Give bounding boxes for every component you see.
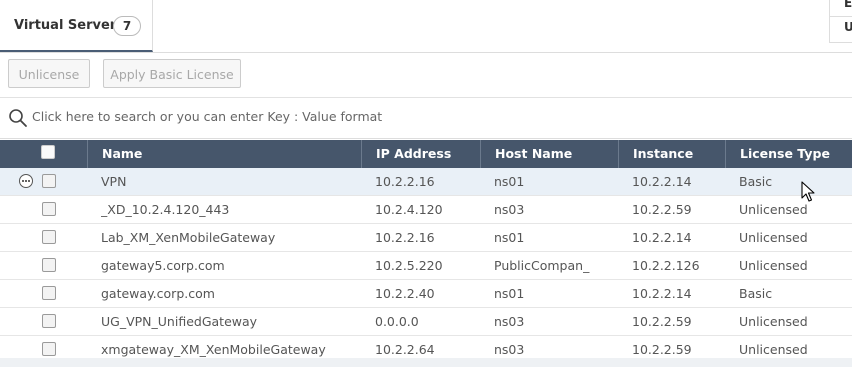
table-row[interactable]: gateway5.corp.com 10.2.5.220 PublicCompa… bbox=[0, 252, 852, 280]
cell-instance: 10.2.2.59 bbox=[632, 314, 692, 329]
cell-instance: 10.2.2.14 bbox=[632, 174, 692, 189]
more-options-icon[interactable] bbox=[19, 174, 33, 188]
tab-virtual-servers[interactable]: Virtual Servers 7 bbox=[0, 0, 153, 52]
virtual-servers-table: Name IP Address Host Name Instance Licen… bbox=[0, 140, 852, 364]
corner-label-1: E bbox=[844, 0, 852, 10]
row-checkbox[interactable] bbox=[42, 342, 56, 356]
cell-name: Lab_XM_XenMobileGateway bbox=[101, 230, 276, 245]
cell-name: VPN bbox=[101, 174, 127, 189]
cell-ip: 10.2.4.120 bbox=[375, 202, 443, 217]
tab-strip: Virtual Servers 7 E U bbox=[0, 0, 852, 53]
cell-license: Basic bbox=[739, 174, 773, 189]
corner-dropdown[interactable]: E U bbox=[829, 0, 852, 43]
cell-instance: 10.2.2.14 bbox=[632, 230, 692, 245]
cell-ip: 10.2.5.220 bbox=[375, 258, 443, 273]
cell-ip: 10.2.2.16 bbox=[375, 174, 435, 189]
cell-host: ns01 bbox=[494, 174, 525, 189]
cell-host: ns01 bbox=[494, 230, 525, 245]
search-bar[interactable]: Click here to search or you can enter Ke… bbox=[0, 98, 852, 139]
corner-label-2: U bbox=[844, 20, 852, 34]
cell-instance: 10.2.2.126 bbox=[632, 258, 700, 273]
cell-license: Unlicensed bbox=[739, 314, 808, 329]
row-checkbox[interactable] bbox=[42, 230, 56, 244]
header-ip-address[interactable]: IP Address bbox=[361, 140, 480, 168]
row-checkbox[interactable] bbox=[42, 258, 56, 272]
tab-label: Virtual Servers bbox=[14, 18, 124, 33]
header-license-type[interactable]: License Type bbox=[725, 140, 852, 168]
cell-license: Unlicensed bbox=[739, 258, 808, 273]
apply-basic-license-button[interactable]: Apply Basic License bbox=[103, 59, 241, 88]
cell-instance: 10.2.2.14 bbox=[632, 286, 692, 301]
table-row[interactable]: VPN 10.2.2.16 ns01 10.2.2.14 Basic bbox=[0, 168, 852, 196]
cell-host: PublicCompan_ bbox=[494, 258, 590, 273]
cell-license: Unlicensed bbox=[739, 230, 808, 245]
corner-divider bbox=[830, 16, 852, 17]
cell-ip: 10.2.2.16 bbox=[375, 230, 435, 245]
search-icon bbox=[9, 109, 27, 127]
row-checkbox[interactable] bbox=[42, 202, 56, 216]
cell-instance: 10.2.2.59 bbox=[632, 202, 692, 217]
table-row[interactable]: gateway.corp.com 10.2.2.40 ns01 10.2.2.1… bbox=[0, 280, 852, 308]
tab-count-badge: 7 bbox=[113, 16, 141, 36]
unlicense-button[interactable]: Unlicense bbox=[8, 59, 90, 88]
cell-name: gateway5.corp.com bbox=[101, 258, 225, 273]
header-host-name[interactable]: Host Name bbox=[480, 140, 618, 168]
cell-name: UG_VPN_UnifiedGateway bbox=[101, 314, 258, 329]
table-row[interactable]: _XD_10.2.4.120_443 10.2.4.120 ns03 10.2.… bbox=[0, 196, 852, 224]
table-header: Name IP Address Host Name Instance Licen… bbox=[0, 140, 852, 168]
cell-name: _XD_10.2.4.120_443 bbox=[101, 202, 230, 217]
mouse-pointer-icon bbox=[801, 181, 815, 202]
table-footer-strip bbox=[0, 358, 852, 367]
cell-name: gateway.corp.com bbox=[101, 286, 215, 301]
row-checkbox[interactable] bbox=[42, 286, 56, 300]
select-all-checkbox[interactable] bbox=[41, 145, 55, 159]
cell-ip: 10.2.2.40 bbox=[375, 286, 435, 301]
header-instance[interactable]: Instance bbox=[618, 140, 725, 168]
search-placeholder: Click here to search or you can enter Ke… bbox=[32, 109, 383, 124]
cell-ip: 0.0.0.0 bbox=[375, 314, 419, 329]
cell-license: Unlicensed bbox=[739, 202, 808, 217]
table-row[interactable]: Lab_XM_XenMobileGateway 10.2.2.16 ns01 1… bbox=[0, 224, 852, 252]
row-checkbox[interactable] bbox=[42, 314, 56, 328]
row-checkbox[interactable] bbox=[42, 174, 56, 188]
header-select-cell bbox=[0, 140, 87, 168]
cell-host: ns03 bbox=[494, 202, 525, 217]
cell-host: ns03 bbox=[494, 314, 525, 329]
table-row[interactable]: UG_VPN_UnifiedGateway 0.0.0.0 ns03 10.2.… bbox=[0, 308, 852, 336]
cell-host: ns01 bbox=[494, 286, 525, 301]
toolbar: Unlicense Apply Basic License bbox=[0, 52, 852, 98]
cell-license: Basic bbox=[739, 286, 773, 301]
header-name[interactable]: Name bbox=[87, 140, 361, 168]
